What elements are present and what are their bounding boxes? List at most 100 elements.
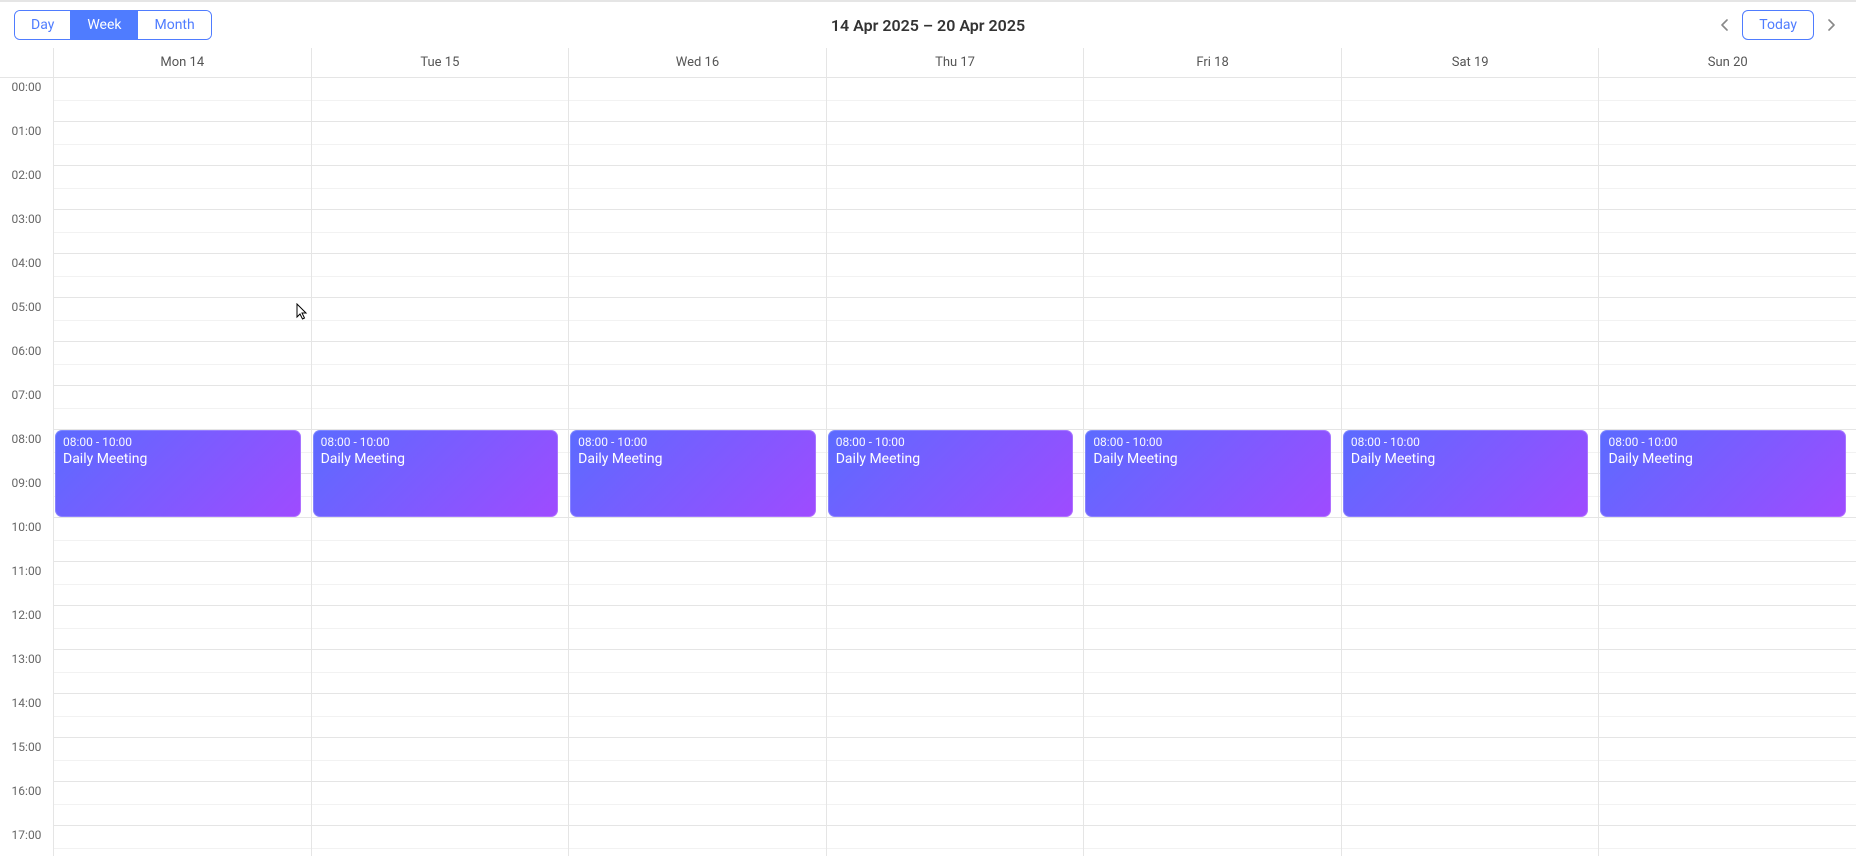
time-slot[interactable] [1599, 298, 1856, 342]
time-slot[interactable] [1599, 386, 1856, 430]
view-month-button[interactable]: Month [138, 11, 210, 39]
time-slot[interactable] [1599, 518, 1856, 562]
time-slot[interactable] [569, 298, 826, 342]
time-slot[interactable] [54, 210, 311, 254]
time-slot[interactable] [569, 342, 826, 386]
time-slot[interactable] [827, 298, 1084, 342]
time-slot[interactable] [312, 298, 569, 342]
time-slot[interactable] [1599, 254, 1856, 298]
next-week-button[interactable] [1820, 10, 1842, 40]
time-slot[interactable] [54, 650, 311, 694]
time-slot[interactable] [1342, 386, 1599, 430]
time-slot[interactable] [827, 650, 1084, 694]
day-column[interactable]: 08:00 - 10:00Daily Meeting [569, 78, 827, 856]
time-slot[interactable] [827, 694, 1084, 738]
calendar-grid-scroll[interactable]: 00:0001:0002:0003:0004:0005:0006:0007:00… [0, 78, 1856, 856]
time-slot[interactable] [827, 166, 1084, 210]
time-slot[interactable] [1342, 78, 1599, 122]
time-slot[interactable] [312, 606, 569, 650]
calendar-event[interactable]: 08:00 - 10:00Daily Meeting [55, 430, 301, 517]
time-slot[interactable] [1342, 122, 1599, 166]
time-slot[interactable] [1084, 342, 1341, 386]
time-slot[interactable] [1342, 342, 1599, 386]
time-slot[interactable] [1084, 518, 1341, 562]
time-slot[interactable] [312, 826, 569, 856]
time-slot[interactable] [569, 826, 826, 856]
time-slot[interactable] [1599, 694, 1856, 738]
time-slot[interactable] [1599, 78, 1856, 122]
time-slot[interactable] [312, 738, 569, 782]
time-slot[interactable] [1084, 650, 1341, 694]
day-column[interactable]: 08:00 - 10:00Daily Meeting [1342, 78, 1600, 856]
calendar-event[interactable]: 08:00 - 10:00Daily Meeting [1600, 430, 1846, 517]
time-slot[interactable] [54, 342, 311, 386]
time-slot[interactable] [54, 78, 311, 122]
time-slot[interactable] [312, 650, 569, 694]
time-slot[interactable] [1342, 562, 1599, 606]
time-slot[interactable] [1342, 518, 1599, 562]
time-slot[interactable] [54, 738, 311, 782]
time-slot[interactable] [569, 78, 826, 122]
calendar-event[interactable]: 08:00 - 10:00Daily Meeting [313, 430, 559, 517]
today-button[interactable]: Today [1742, 10, 1814, 40]
day-column[interactable]: 08:00 - 10:00Daily Meeting [827, 78, 1085, 856]
time-slot[interactable] [569, 518, 826, 562]
time-slot[interactable] [1342, 694, 1599, 738]
time-slot[interactable] [312, 210, 569, 254]
day-column[interactable]: 08:00 - 10:00Daily Meeting [1084, 78, 1342, 856]
time-slot[interactable] [569, 254, 826, 298]
time-slot[interactable] [1599, 606, 1856, 650]
time-slot[interactable] [827, 210, 1084, 254]
time-slot[interactable] [54, 562, 311, 606]
time-slot[interactable] [1342, 298, 1599, 342]
time-slot[interactable] [312, 254, 569, 298]
time-slot[interactable] [1084, 826, 1341, 856]
time-slot[interactable] [312, 782, 569, 826]
time-slot[interactable] [1599, 738, 1856, 782]
time-slot[interactable] [54, 298, 311, 342]
time-slot[interactable] [1342, 166, 1599, 210]
time-slot[interactable] [1342, 782, 1599, 826]
time-slot[interactable] [1599, 650, 1856, 694]
time-slot[interactable] [1599, 122, 1856, 166]
time-slot[interactable] [1342, 606, 1599, 650]
prev-week-button[interactable] [1714, 10, 1736, 40]
time-slot[interactable] [1342, 650, 1599, 694]
time-slot[interactable] [312, 386, 569, 430]
time-slot[interactable] [827, 386, 1084, 430]
time-slot[interactable] [312, 166, 569, 210]
time-slot[interactable] [1599, 166, 1856, 210]
time-slot[interactable] [1342, 826, 1599, 856]
time-slot[interactable] [1084, 254, 1341, 298]
view-week-button[interactable]: Week [71, 11, 138, 39]
calendar-event[interactable]: 08:00 - 10:00Daily Meeting [570, 430, 816, 517]
time-slot[interactable] [569, 562, 826, 606]
time-slot[interactable] [312, 122, 569, 166]
time-slot[interactable] [312, 342, 569, 386]
time-slot[interactable] [1084, 782, 1341, 826]
time-slot[interactable] [569, 386, 826, 430]
time-slot[interactable] [1599, 562, 1856, 606]
view-day-button[interactable]: Day [15, 11, 71, 39]
time-slot[interactable] [54, 606, 311, 650]
time-slot[interactable] [827, 782, 1084, 826]
time-slot[interactable] [827, 738, 1084, 782]
time-slot[interactable] [54, 166, 311, 210]
time-slot[interactable] [1084, 562, 1341, 606]
day-column[interactable]: 08:00 - 10:00Daily Meeting [312, 78, 570, 856]
time-slot[interactable] [827, 518, 1084, 562]
time-slot[interactable] [1599, 210, 1856, 254]
time-slot[interactable] [569, 166, 826, 210]
day-column[interactable]: 08:00 - 10:00Daily Meeting [54, 78, 312, 856]
time-slot[interactable] [54, 122, 311, 166]
time-slot[interactable] [569, 738, 826, 782]
time-slot[interactable] [1084, 298, 1341, 342]
time-slot[interactable] [827, 254, 1084, 298]
time-slot[interactable] [1084, 694, 1341, 738]
time-slot[interactable] [1342, 254, 1599, 298]
time-slot[interactable] [1599, 826, 1856, 856]
calendar-event[interactable]: 08:00 - 10:00Daily Meeting [1085, 430, 1331, 517]
time-slot[interactable] [569, 606, 826, 650]
time-slot[interactable] [1084, 78, 1341, 122]
time-slot[interactable] [827, 606, 1084, 650]
